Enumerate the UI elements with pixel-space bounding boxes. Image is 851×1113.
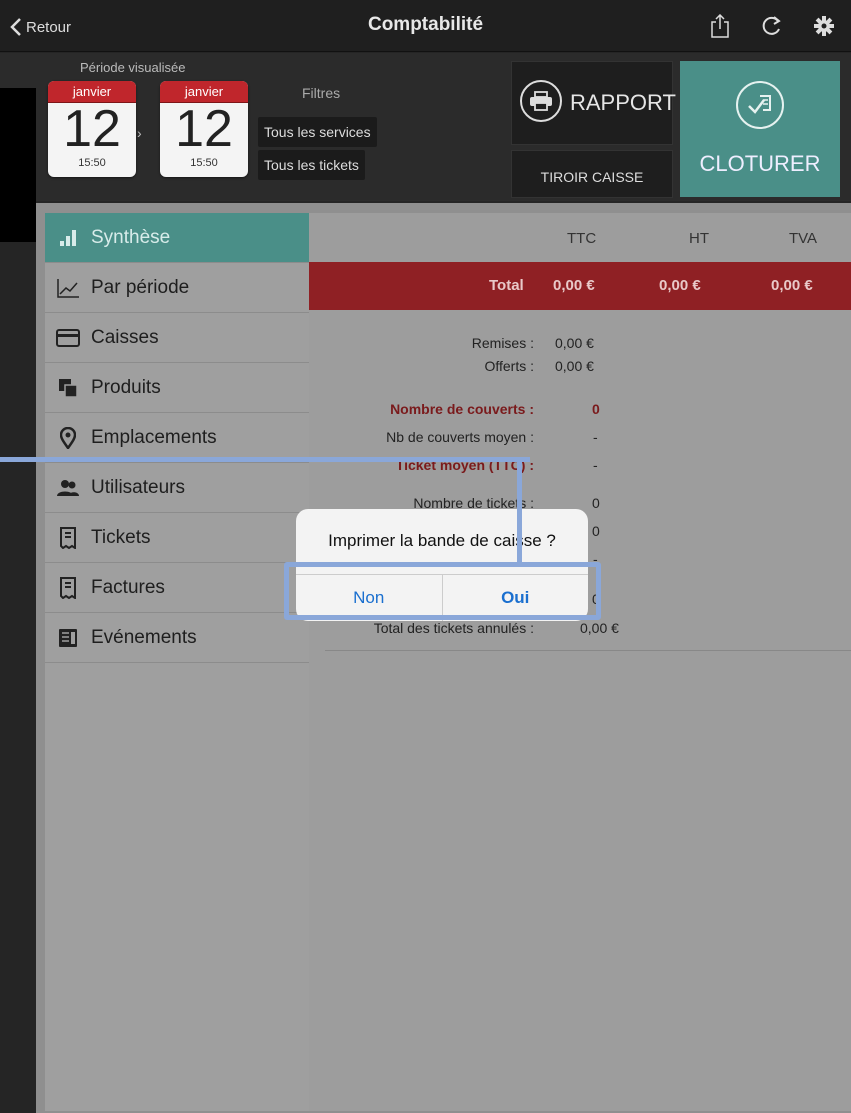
stat-label: Nombre de couverts : [390, 401, 534, 417]
sidebar-item-label: Synthèse [91, 226, 171, 248]
close-register-icon [736, 81, 784, 129]
printer-icon [520, 80, 562, 122]
stat-value: 0,00 € [555, 358, 594, 374]
highlight-callout-line [517, 457, 522, 567]
start-date-picker[interactable]: janvier 12 15:50 [48, 81, 136, 177]
refresh-icon[interactable] [758, 12, 786, 40]
users-icon [55, 477, 81, 499]
sidebar-item-caisses[interactable]: Caisses [45, 313, 309, 363]
period-label: Période visualisée [80, 60, 186, 75]
gear-icon[interactable] [810, 12, 838, 40]
stat-value: 0 [592, 523, 600, 539]
sidebar-item-tickets[interactable]: Tickets [45, 513, 309, 563]
start-day: 12 [63, 100, 121, 158]
card-icon [55, 327, 81, 349]
location-pin-icon [55, 426, 81, 449]
ticket-icon [55, 526, 81, 549]
stat-value: 0 [592, 401, 600, 417]
sidebar-item-label: Par période [91, 276, 190, 298]
sidebar-item-synthese[interactable]: Synthèse [45, 213, 309, 263]
sidebar-item-label: Emplacements [91, 426, 217, 448]
sidebar-item-label: Produits [91, 376, 161, 398]
total-row: Total 0,00 € 0,00 € 0,00 € [309, 262, 851, 310]
stat-label: Total des tickets annulés : [373, 620, 534, 636]
summary-content: TTC HT TVA Total 0,00 € 0,00 € 0,00 € Re… [309, 213, 851, 1111]
tiroir-caisse-button[interactable]: TIROIR CAISSE [511, 150, 673, 198]
sidebar-item-label: Caisses [91, 326, 159, 348]
filters-label: Filtres [302, 85, 341, 101]
sidebar: Synthèse Par période Caisses Produits Em… [45, 213, 309, 1111]
line-chart-icon [55, 277, 81, 299]
highlight-box [284, 562, 601, 620]
divider [325, 650, 851, 651]
stat-value: 0,00 € [555, 335, 594, 351]
sidebar-item-produits[interactable]: Produits [45, 363, 309, 413]
header-panel: Période visualisée janvier 12 15:50 › ja… [0, 53, 851, 201]
events-icon [55, 627, 81, 649]
cloturer-label: CLOTURER [699, 151, 821, 176]
column-header-ttc: TTC [567, 230, 597, 247]
date-separator: › [137, 125, 142, 141]
stat-value: 0 [592, 495, 600, 511]
highlight-callout-line [0, 457, 530, 462]
sidebar-item-factures[interactable]: Factures [45, 563, 309, 613]
sidebar-item-label: Tickets [91, 526, 151, 548]
sidebar-item-emplacements[interactable]: Emplacements [45, 413, 309, 463]
stat-value: - [593, 429, 598, 445]
share-icon[interactable] [706, 12, 734, 40]
device-screen: Retour Comptabilité Période visualisée j… [0, 0, 851, 1113]
column-header-ht: HT [689, 230, 709, 247]
sidebar-item-label: Factures [91, 576, 165, 598]
total-tva: 0,00 € [771, 277, 813, 294]
dialog-question: Imprimer la bande de caisse ? [328, 531, 556, 550]
end-date-picker[interactable]: janvier 12 15:50 [160, 81, 248, 177]
total-label: Total [489, 277, 524, 294]
sidebar-item-label: Utilisateurs [91, 476, 185, 498]
stat-label: Remises : [471, 335, 534, 351]
stat-label: Offerts : [484, 358, 534, 374]
total-ht: 0,00 € [659, 277, 701, 294]
app-root: Retour Comptabilité Période visualisée j… [0, 0, 851, 1113]
end-time: 15:50 [190, 157, 218, 169]
stat-label: Nb de couverts moyen : [386, 429, 534, 445]
start-time: 15:50 [78, 157, 106, 169]
bar-chart-icon [55, 227, 81, 249]
stat-value: 0,00 € [580, 620, 619, 636]
rapport-label: RAPPORT [570, 90, 676, 115]
cloturer-button[interactable]: CLOTURER [680, 61, 840, 197]
services-filter-button[interactable]: Tous les services [258, 117, 377, 147]
sidebar-item-utilisateurs[interactable]: Utilisateurs [45, 463, 309, 513]
sidebar-item-label: Evénements [91, 626, 197, 648]
invoice-icon [55, 576, 81, 599]
rapport-button[interactable]: RAPPORT [511, 61, 676, 145]
sidebar-item-evenements[interactable]: Evénements [45, 613, 309, 663]
end-day: 12 [175, 100, 233, 158]
stat-value: - [593, 457, 598, 473]
sidebar-item-par-periode[interactable]: Par période [45, 263, 309, 313]
tickets-filter-button[interactable]: Tous les tickets [258, 150, 365, 180]
top-bar: Retour Comptabilité [0, 0, 851, 52]
main-panel: Synthèse Par période Caisses Produits Em… [36, 203, 851, 1113]
total-ttc: 0,00 € [553, 277, 595, 294]
left-black-strip [0, 88, 36, 242]
column-header-tva: TVA [789, 230, 818, 247]
products-icon [55, 377, 81, 399]
